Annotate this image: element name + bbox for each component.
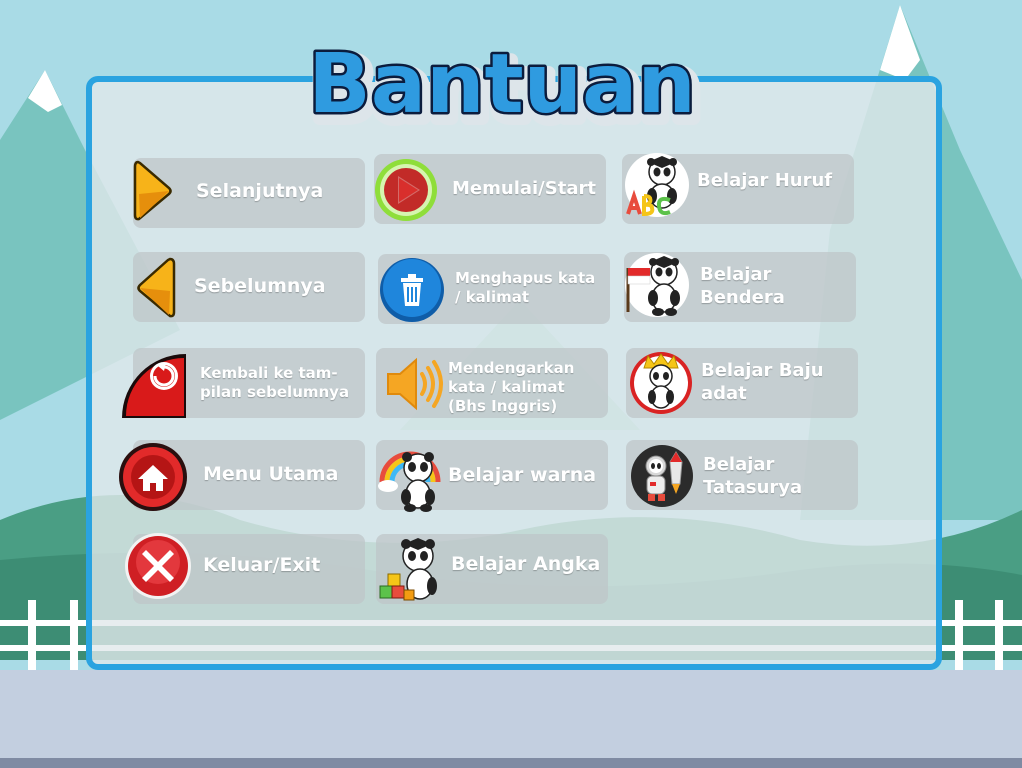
panda-rainbow-icon[interactable] <box>378 442 446 512</box>
help-item-listen-label: Mendengarkan kata / kalimat (Bhs Inggris… <box>448 359 575 415</box>
close-x-icon[interactable] <box>124 532 192 600</box>
help-item-delete-label: Menghapus kata / kalimat <box>455 269 596 306</box>
trash-icon[interactable] <box>378 256 446 324</box>
play-icon[interactable] <box>374 158 438 222</box>
title-banner: Bantuan Bantuan <box>305 35 702 139</box>
help-item-prev-label: Sebelumnya <box>194 275 326 297</box>
speaker-icon[interactable] <box>382 352 446 416</box>
help-item-tatasurya-label: Belajar Tatasurya <box>703 454 803 498</box>
help-item-bendera-label: Belajar Bendera <box>700 264 785 308</box>
ground-edge <box>0 758 1022 768</box>
help-item-exit-label: Keluar/Exit <box>203 554 321 576</box>
help-item-angka-label: Belajar Angka <box>451 553 601 575</box>
orange-left-arrow-icon[interactable] <box>136 256 176 320</box>
back-undo-icon[interactable] <box>120 352 188 420</box>
help-item-huruf-label: Belajar Huruf <box>697 170 833 191</box>
help-item-start-label: Memulai/Start <box>452 178 596 199</box>
panda-costume-icon[interactable] <box>628 350 694 416</box>
help-item-warna-label: Belajar warna <box>448 464 597 486</box>
panda-number-blocks-icon[interactable] <box>376 534 446 604</box>
panda-rocket-icon[interactable] <box>630 444 694 508</box>
page-title: Bantuan <box>308 37 696 132</box>
help-item-back-label: Kembali ke tam- pilan sebelumnya <box>200 364 350 401</box>
ground <box>0 670 1022 768</box>
orange-right-arrow-icon[interactable] <box>133 158 173 224</box>
panda-flag-icon[interactable] <box>622 250 692 320</box>
home-icon[interactable] <box>118 442 188 512</box>
help-item-baju-label: Belajar Baju adat <box>701 360 824 404</box>
help-item-menu-label: Menu Utama <box>203 463 339 485</box>
panda-abc-icon[interactable] <box>622 150 692 220</box>
help-item-next-label: Selanjutnya <box>196 180 324 202</box>
